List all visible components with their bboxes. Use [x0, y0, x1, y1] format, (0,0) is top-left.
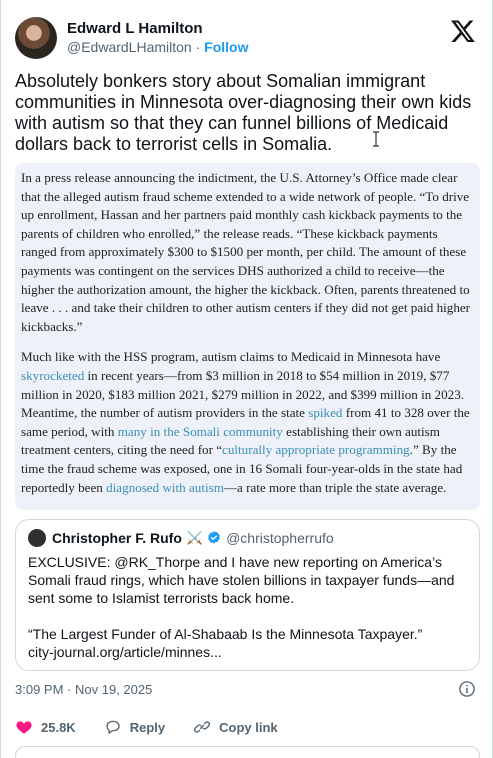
tweet-card: Edward L Hamilton @EdwardLHamilton · Fol… — [0, 0, 493, 758]
reply-icon — [106, 720, 120, 735]
info-icon[interactable] — [458, 680, 476, 698]
author-handle-row: @EdwardLHamilton · Follow — [67, 38, 249, 57]
tweet-timestamp[interactable]: 3:09 PM · Nov 19, 2025 — [15, 681, 152, 699]
link-somali-community: many in the Somali community — [117, 423, 283, 439]
crossed-swords-emoji: ⚔️ — [186, 530, 204, 545]
author-info: Edward L Hamilton @EdwardLHamilton · Fol… — [67, 19, 249, 57]
quoted-article-image[interactable]: In a press release announcing the indict… — [15, 163, 480, 510]
quoted-line-2: “The Largest Funder of Al-Shabaab Is the… — [28, 626, 423, 642]
article-paragraph-1: In a press release announcing the indict… — [21, 170, 471, 334]
avatar[interactable] — [15, 17, 57, 59]
author-display-name[interactable]: Edward L Hamilton — [67, 19, 249, 38]
link-culturally-appropriate: culturally appropriate programming — [222, 442, 410, 458]
tweet-header: Edward L Hamilton @EdwardLHamilton · Fol… — [15, 14, 478, 62]
quoted-tweet-header: Christopher F. Rufo ⚔️ @christopherrufo — [28, 529, 467, 547]
link-spiked: spiked — [308, 405, 343, 421]
reply-button[interactable]: Reply — [104, 718, 165, 736]
link-diagnosed-autism: diagnosed with autism — [106, 479, 224, 495]
tweet-actions: 25.8K Reply Copy link — [15, 716, 480, 738]
link-icon — [194, 721, 211, 733]
heart-icon — [16, 721, 32, 734]
date: Nov 19, 2025 — [75, 682, 153, 697]
author-handle[interactable]: @EdwardLHamilton — [67, 39, 192, 55]
quoted-avatar[interactable] — [28, 529, 46, 547]
quoted-link[interactable]: city-journal.org/article/minnes... — [28, 643, 467, 661]
tweet-text: Absolutely bonkers story about Somalian … — [15, 71, 472, 154]
link-skyrocketed: skyrocketed — [21, 367, 85, 383]
quoted-tweet-text: EXCLUSIVE: @RK_Thorpe and I have new rep… — [28, 553, 467, 661]
copy-link-label: Copy link — [219, 719, 278, 735]
quoted-handle[interactable]: @christopherrufo — [226, 529, 334, 547]
read-replies-button[interactable] — [15, 746, 480, 758]
article-text: Much like with the HSS program, autism c… — [21, 349, 441, 365]
quoted-tweet[interactable]: Christopher F. Rufo ⚔️ @christopherrufo … — [15, 519, 480, 671]
verified-badge-icon — [208, 531, 220, 544]
separator: · — [67, 682, 72, 697]
article-text: —a rate more than triple the state avera… — [223, 479, 447, 495]
time: 3:09 PM — [15, 682, 64, 697]
x-logo-icon[interactable] — [450, 18, 476, 44]
article-paragraph-2: Much like with the HSS program, autism c… — [21, 348, 474, 497]
like-button[interactable]: 25.8K — [15, 718, 76, 736]
quoted-line-1: EXCLUSIVE: @RK_Thorpe and I have new rep… — [28, 554, 455, 606]
like-count: 25.8K — [41, 719, 76, 735]
separator: · — [195, 39, 201, 55]
copy-link-button[interactable]: Copy link — [193, 718, 278, 736]
reply-label: Reply — [129, 719, 166, 735]
text-cursor-icon — [373, 131, 379, 147]
quoted-display-name[interactable]: Christopher F. Rufo — [52, 529, 182, 547]
follow-button[interactable]: Follow — [204, 39, 248, 55]
